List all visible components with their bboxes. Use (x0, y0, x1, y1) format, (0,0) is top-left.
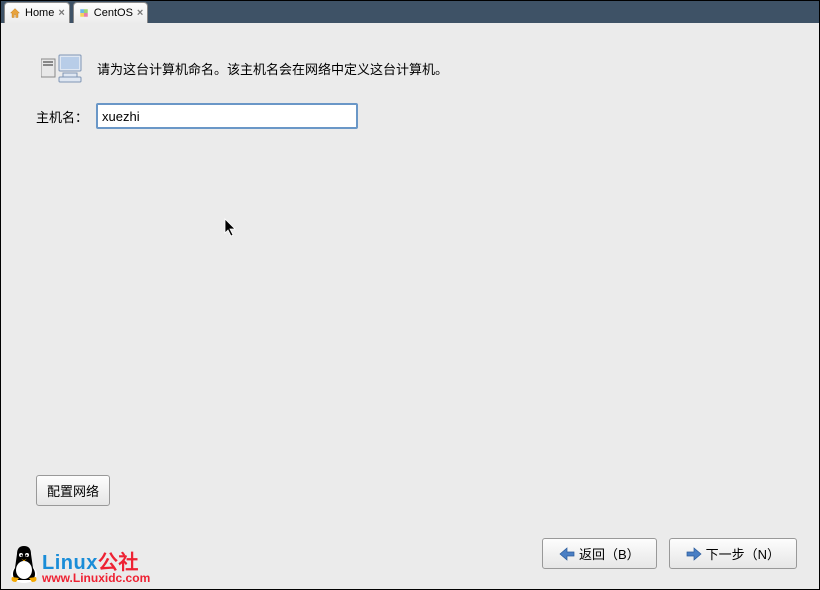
next-button[interactable]: 下一步（N） (669, 538, 797, 569)
arrow-right-icon (686, 547, 702, 561)
tab-bar: Home × CentOS × (1, 1, 819, 23)
tux-icon (7, 544, 41, 584)
centos-icon (78, 7, 90, 19)
tab-centos[interactable]: CentOS × (73, 2, 149, 23)
tab-centos-label: CentOS (94, 7, 133, 19)
watermark-title: Linux公社 (42, 553, 150, 573)
computer-network-icon (41, 51, 85, 85)
next-button-label: 下一步（N） (706, 544, 780, 563)
mouse-cursor-icon (224, 218, 238, 238)
tab-home-label: Home (25, 7, 54, 19)
close-icon[interactable]: × (137, 7, 143, 19)
home-icon (9, 7, 21, 19)
watermark: Linux公社 www.Linuxidc.com (7, 544, 150, 584)
hostname-input[interactable] (96, 103, 358, 129)
back-button[interactable]: 返回（B） (542, 538, 657, 569)
installer-description: 请为这台计算机命名。该主机名会在网络中定义这台计算机。 (97, 59, 448, 78)
hostname-label: 主机名： (36, 107, 88, 126)
close-icon[interactable]: × (58, 7, 64, 19)
arrow-left-icon (559, 547, 575, 561)
back-button-label: 返回（B） (579, 544, 640, 563)
watermark-url: www.Linuxidc.com (42, 572, 150, 584)
configure-network-button[interactable]: 配置网络 (36, 475, 110, 506)
tab-home[interactable]: Home × (4, 2, 70, 23)
installer-body: 请为这台计算机命名。该主机名会在网络中定义这台计算机。 主机名： 配置网络 返回… (1, 23, 819, 589)
